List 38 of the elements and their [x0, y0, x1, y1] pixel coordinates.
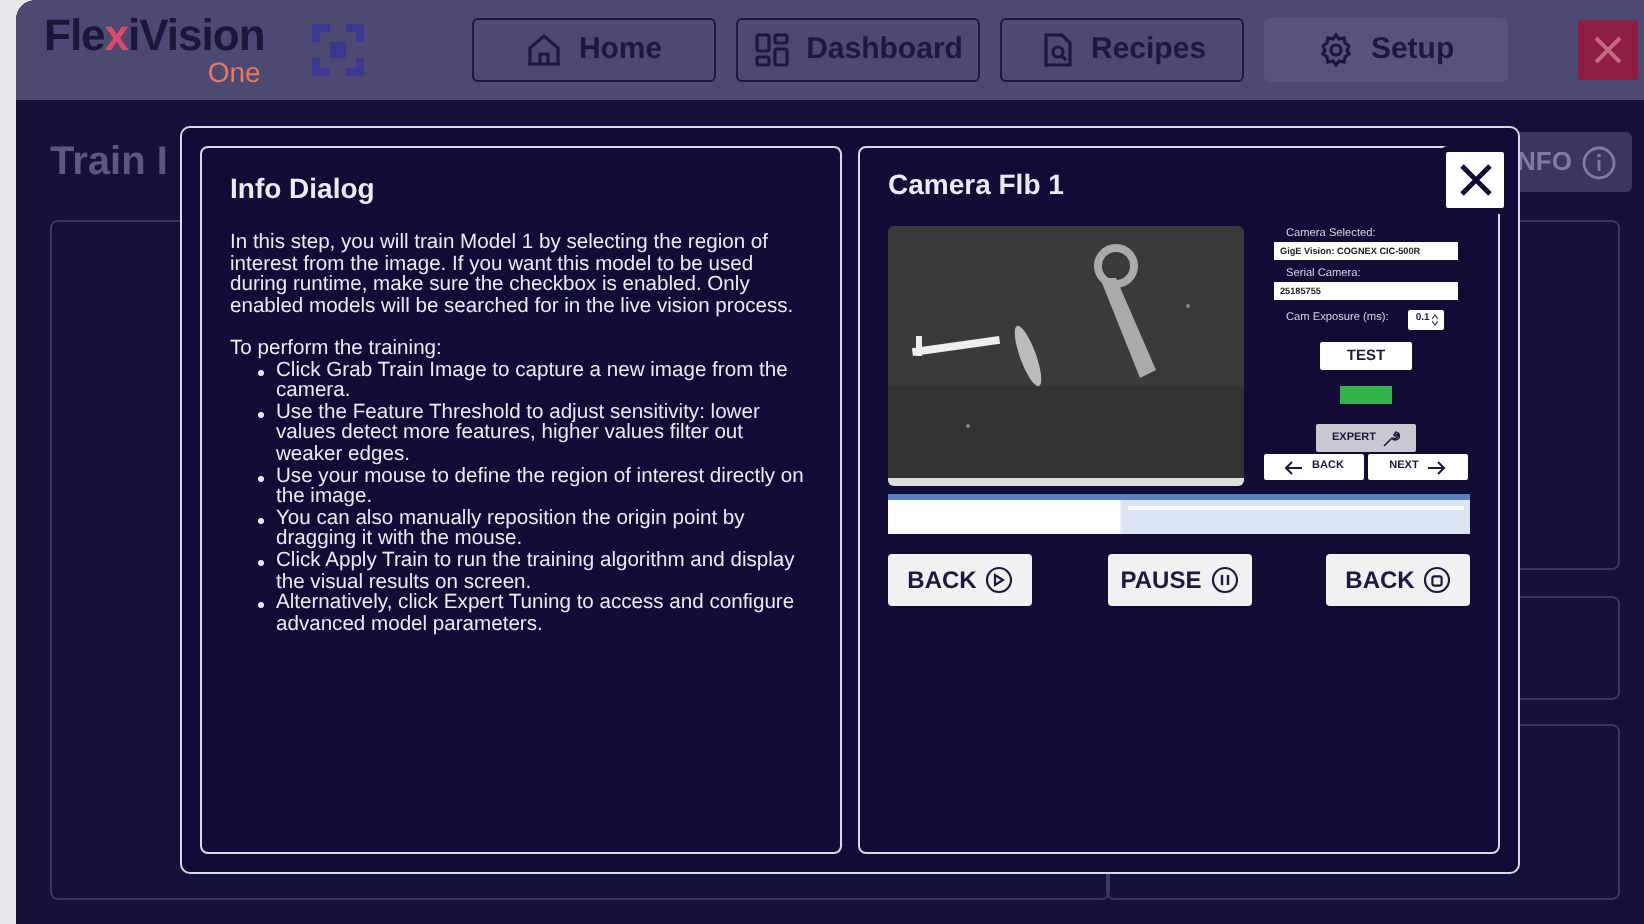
home-icon: [526, 32, 563, 68]
paragraph: In this step, you will train Model 1 by selecting the region of interest from the image. If you want this model to be used during runtime, make sure the checkbox is enabled. Only enabled models will be searched for in the live vision process.: [230, 234, 796, 319]
panel-title: Camera Flb 1: [888, 166, 1066, 204]
bullet: [258, 602, 264, 609]
wrench-icon: [1382, 429, 1400, 447]
bullet: [258, 517, 264, 524]
close-button[interactable]: [1440, 146, 1510, 214]
list-item: Use your mouse to define the region of interest directly on the image.: [276, 467, 806, 509]
pause-icon: [1209, 566, 1238, 594]
list-item: Use the Feature Threshold to adjust sensitivity: lower values detect more features, higher values filter out weaker edges.: [276, 403, 762, 467]
document-icon: [1039, 32, 1075, 68]
panel-title: Info Dialog: [230, 170, 377, 208]
info-icon: [1582, 145, 1616, 179]
page-title: Train I: [50, 138, 168, 188]
play-icon: [984, 566, 1013, 594]
arrow-right-icon: [1426, 459, 1447, 475]
bullet: [258, 475, 264, 482]
list-item: Click Apply Train to run the training algorithm and display the visual results on screen.: [276, 551, 797, 593]
list-item: Click Grab Train Image to capture a new image from the camera.: [276, 361, 790, 403]
action-button[interactable]: BACK: [888, 554, 1032, 606]
stop-icon: [1422, 566, 1451, 594]
logo-subtitle: One: [207, 58, 261, 86]
bullet: [258, 559, 264, 566]
close-icon: [1592, 34, 1625, 66]
action-button[interactable]: BACK: [1326, 554, 1470, 606]
focus-icon: [312, 24, 365, 76]
list-item: Alternatively, click Expert Tuning to access and configure advanced model parameters.: [276, 594, 797, 637]
bullet: [258, 369, 264, 376]
list-heading: To perform the training:: [230, 339, 444, 361]
close-icon: [1457, 162, 1493, 198]
list-item: You can also manually reposition the origin point by dragging it with the mouse.: [276, 509, 747, 551]
arrow-left-icon: [1284, 459, 1305, 475]
logo-text: FlexiVision: [44, 14, 265, 58]
dashboard-icon: [754, 32, 791, 68]
action-button[interactable]: PAUSE: [1107, 554, 1251, 606]
spinner-icon: [1431, 314, 1438, 326]
bullet: [258, 411, 264, 418]
settings-icon: [1318, 32, 1355, 68]
